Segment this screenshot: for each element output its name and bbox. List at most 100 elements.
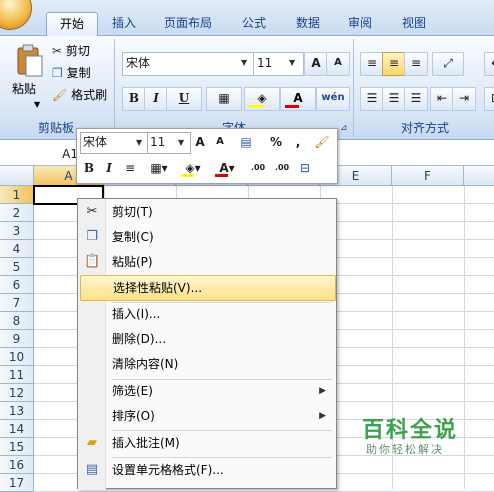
row-header[interactable]: 15: [0, 438, 34, 456]
name-box[interactable]: A1: [0, 144, 82, 164]
mini-align-center-icon[interactable]: ≡: [121, 159, 139, 177]
tab-data[interactable]: 数据: [288, 12, 328, 36]
chevron-down-icon[interactable]: ▼: [136, 138, 142, 147]
column-header-f[interactable]: F: [392, 166, 464, 186]
copy-button[interactable]: ❐ 复制: [52, 62, 91, 84]
menu-item-sort[interactable]: 排序(O) ▶: [80, 404, 334, 428]
menu-item-paste[interactable]: 📋 粘贴(P): [80, 250, 334, 274]
mini-bold-button[interactable]: B: [80, 159, 98, 177]
mini-grow-font-button[interactable]: A: [191, 133, 209, 151]
mini-format-painter-icon[interactable]: 🖌: [313, 133, 331, 151]
italic-button[interactable]: I: [144, 87, 168, 111]
tab-review[interactable]: 审阅: [340, 12, 380, 36]
row-header[interactable]: 5: [0, 258, 34, 276]
menu-item-copy[interactable]: ❐ 复制(C): [80, 225, 334, 249]
row-header[interactable]: 11: [0, 366, 34, 384]
merge-cells-icon[interactable]: ⊟: [295, 159, 315, 177]
row-header[interactable]: 3: [0, 222, 34, 240]
mini-font-size-field[interactable]: 11: [147, 132, 191, 154]
menu-item-insert-comment[interactable]: ▰ 插入批注(M): [80, 431, 334, 455]
row-header[interactable]: 1: [0, 186, 34, 204]
menu-item-filter[interactable]: 筛选(E) ▶: [80, 379, 334, 403]
row-header[interactable]: 8: [0, 312, 34, 330]
font-size-field[interactable]: 11: [253, 52, 304, 76]
menu-item-clear-contents[interactable]: 清除内容(N): [80, 352, 334, 376]
wrap-text-icon[interactable]: ↵: [484, 52, 494, 76]
row-header[interactable]: 14: [0, 420, 34, 438]
tab-formulas[interactable]: 公式: [234, 12, 274, 36]
cut-button[interactable]: ✂ 剪切: [52, 40, 90, 62]
row-header[interactable]: 2: [0, 204, 34, 222]
borders-button[interactable]: ▦: [206, 87, 242, 111]
row-header[interactable]: 9: [0, 330, 34, 348]
decrease-indent-icon[interactable]: ⇤: [430, 87, 454, 111]
tab-insert[interactable]: 插入: [104, 12, 144, 36]
tab-view[interactable]: 视图: [394, 12, 434, 36]
paste-button[interactable]: 粘贴: [12, 78, 36, 100]
select-all-corner[interactable]: [0, 166, 34, 186]
font-color-button[interactable]: A: [280, 87, 316, 111]
mini-font-color-icon: A: [219, 161, 229, 175]
mini-fill-color-icon[interactable]: ◈▾: [179, 159, 207, 177]
underline-button[interactable]: U: [166, 87, 202, 111]
paste-icon[interactable]: [12, 44, 44, 80]
orientation-icon[interactable]: ⤢: [432, 52, 464, 76]
ribbon: 粘贴 ▼ ✂ 剪切 ❐ 复制 🖌 格式刷 剪贴板 宋体 ▼ 11 ▼ A A B…: [0, 36, 494, 140]
align-middle-icon[interactable]: ≡: [382, 52, 406, 76]
fill-color-button[interactable]: ◈: [244, 87, 280, 111]
menu-item-label: 插入批注(M): [112, 436, 180, 450]
accounting-format-icon[interactable]: ▤: [233, 133, 259, 151]
menu-item-insert[interactable]: 插入(I)...: [80, 302, 334, 326]
row-header[interactable]: 16: [0, 456, 34, 474]
row-header[interactable]: 12: [0, 384, 34, 402]
shrink-font-button[interactable]: A: [326, 52, 350, 76]
row-header[interactable]: 4: [0, 240, 34, 258]
row-header[interactable]: 13: [0, 402, 34, 420]
menu-item-format-cells[interactable]: ▤ 设置单元格格式(F)...: [80, 458, 334, 482]
tab-home[interactable]: 开始: [46, 12, 98, 37]
align-right-icon[interactable]: ☰: [404, 87, 428, 111]
align-bottom-icon[interactable]: ≡: [404, 52, 428, 76]
menu-item-delete[interactable]: 删除(D)...: [80, 327, 334, 351]
mini-font-color-button[interactable]: A▾: [213, 159, 241, 177]
grow-font-button[interactable]: A: [304, 52, 328, 76]
menu-item-label: 复制(C): [112, 230, 154, 244]
mini-shrink-font-button[interactable]: A: [211, 133, 229, 151]
gridline: [464, 186, 465, 489]
increase-decimal-button[interactable]: .00: [247, 159, 269, 177]
menu-item-cut[interactable]: ✂ 剪切(T): [80, 200, 334, 224]
chevron-down-icon[interactable]: ▼: [178, 138, 184, 147]
copy-icon: ❐: [52, 66, 63, 80]
phonetic-guide-button[interactable]: wén: [316, 87, 350, 111]
submenu-arrow-icon: ▶: [319, 411, 326, 421]
menu-item-label: 删除(D)...: [112, 332, 167, 346]
mini-borders-icon[interactable]: ▦▾: [145, 159, 173, 177]
row-header[interactable]: 6: [0, 276, 34, 294]
row-header[interactable]: 10: [0, 348, 34, 366]
dialog-launcher-icon[interactable]: ⊿: [340, 123, 348, 133]
menu-item-label: 排序(O): [112, 409, 155, 423]
chevron-down-icon[interactable]: ▼: [241, 58, 247, 67]
row-header[interactable]: 7: [0, 294, 34, 312]
align-center-icon[interactable]: ☰: [382, 87, 406, 111]
scissors-icon: ✂: [86, 204, 98, 219]
menu-item-paste-special[interactable]: 选择性粘贴(V)...: [80, 275, 336, 301]
mini-percent-button[interactable]: %: [267, 133, 285, 151]
mini-comma-button[interactable]: ,: [289, 133, 307, 151]
chevron-down-icon[interactable]: ▼: [289, 58, 295, 67]
row-header[interactable]: 17: [0, 474, 34, 492]
merge-center-icon[interactable]: ⊞: [484, 87, 494, 111]
increase-indent-icon[interactable]: ⇥: [452, 87, 476, 111]
format-painter-label: 格式刷: [71, 88, 108, 102]
font-name-field[interactable]: 宋体: [122, 52, 255, 76]
mini-italic-button[interactable]: I: [100, 159, 118, 177]
format-painter-button[interactable]: 🖌 格式刷: [52, 84, 107, 106]
align-top-icon[interactable]: ≡: [360, 52, 384, 76]
menu-item-label: 插入(I)...: [112, 307, 161, 321]
align-left-icon[interactable]: ☰: [360, 87, 384, 111]
paste-dropdown-icon[interactable]: ▼: [34, 94, 40, 116]
bold-button[interactable]: B: [122, 87, 146, 111]
tab-page-layout[interactable]: 页面布局: [156, 12, 220, 36]
fill-bucket-icon: ◈: [257, 91, 267, 105]
decrease-decimal-button[interactable]: .00: [271, 159, 293, 177]
